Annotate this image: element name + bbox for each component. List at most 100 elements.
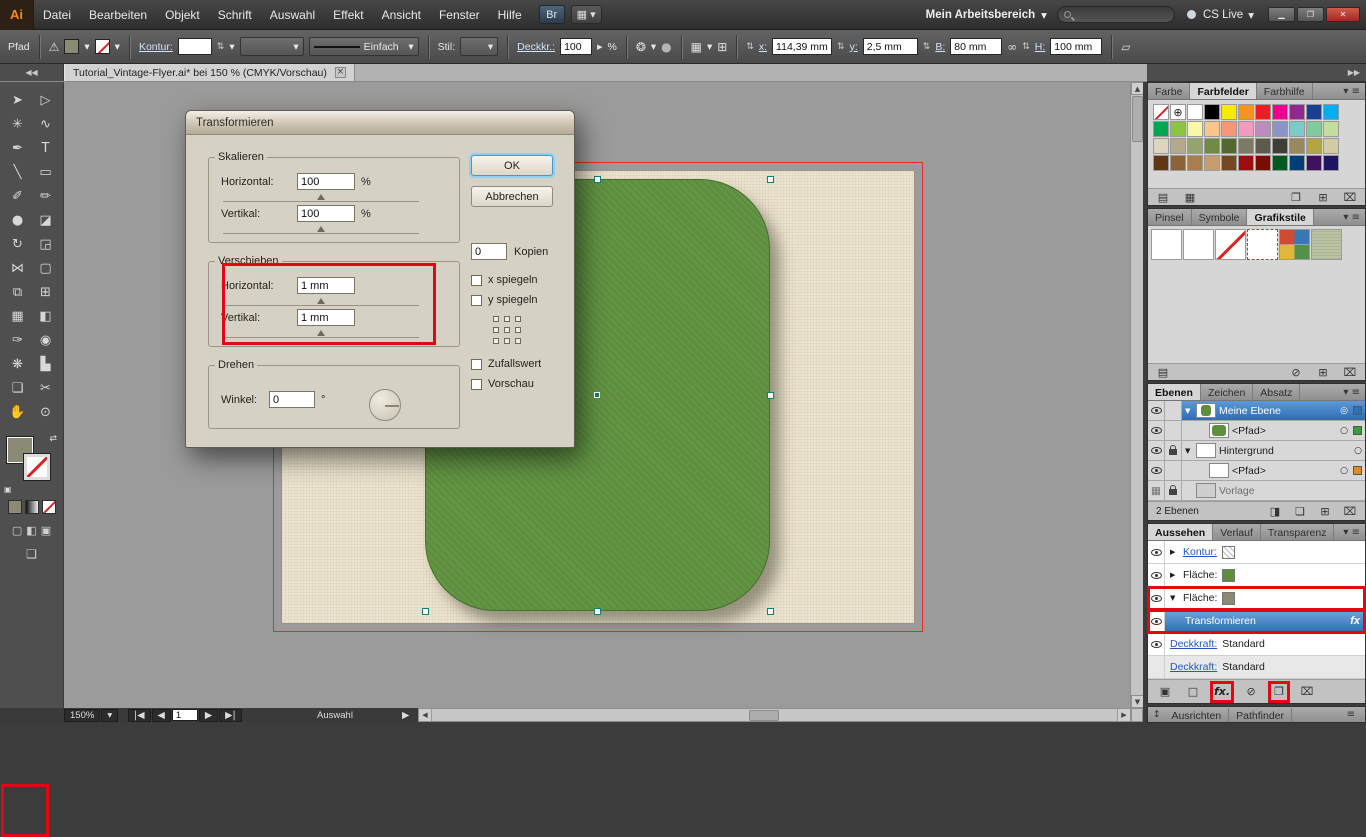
color-swatch[interactable] [1323, 104, 1339, 120]
y-position-label[interactable]: y: [850, 41, 858, 53]
color-swatch[interactable] [1187, 155, 1203, 171]
first-page-button[interactable]: |◀ [128, 709, 151, 722]
color-swatch[interactable] [1238, 155, 1254, 171]
graphic-style-dropdown[interactable]: ▾ [460, 37, 498, 56]
color-swatch[interactable] [1187, 104, 1203, 120]
appearance-row[interactable]: ▶Fläche: [1148, 564, 1365, 587]
appearance-label[interactable]: Kontur: [1183, 546, 1217, 558]
swatch-none[interactable] [1153, 104, 1169, 120]
height-input[interactable] [1050, 38, 1102, 55]
menu-bearbeiten[interactable]: Bearbeiten [80, 0, 156, 30]
make-clipping-mask-button[interactable]: ◨ [1268, 504, 1282, 518]
distribute-options-icon[interactable]: ⊞ [717, 40, 727, 54]
expand-triangle-icon[interactable]: ▼ [1185, 447, 1193, 455]
chevron-right-icon[interactable]: ▶ [597, 43, 602, 51]
tab-farbfelder[interactable]: Farbfelder [1190, 83, 1256, 99]
stepper-icon[interactable]: ⇅ [1022, 42, 1030, 52]
gradient-tool[interactable]: ◧ [32, 304, 60, 328]
color-swatch[interactable] [1170, 138, 1186, 154]
menu-fenster[interactable]: Fenster [430, 0, 489, 30]
layer-main[interactable]: ▼Hintergrund○ [1182, 441, 1365, 460]
scale-vertical-slider[interactable] [223, 233, 419, 234]
color-swatch[interactable] [1153, 155, 1169, 171]
mesh-tool[interactable]: ▦ [4, 304, 32, 328]
color-swatch[interactable] [1255, 121, 1271, 137]
width-tool[interactable]: ⋈ [4, 256, 32, 280]
lock-toggle[interactable] [1165, 401, 1182, 420]
link-dimensions-icon[interactable]: ∞ [1007, 40, 1017, 54]
horizontal-scroll-thumb[interactable] [749, 710, 779, 721]
mirror-x-checkbox[interactable] [471, 275, 482, 286]
visibility-toggle[interactable] [1148, 656, 1165, 678]
ok-button[interactable]: OK [471, 155, 553, 176]
tab-zeichen[interactable]: Zeichen [1201, 384, 1253, 400]
delete-style-button[interactable]: ⌧ [1343, 365, 1357, 379]
tab-verlauf[interactable]: Verlauf [1213, 524, 1261, 540]
visibility-toggle[interactable] [1148, 564, 1165, 586]
panel-menu-icon[interactable]: ▾ ≡ [1338, 209, 1365, 225]
expand-triangle-icon[interactable]: ▼ [1185, 407, 1193, 415]
selection-handle[interactable] [422, 608, 429, 615]
slice-tool[interactable]: ✂ [32, 376, 60, 400]
mirror-y-checkbox[interactable] [471, 295, 482, 306]
color-swatch[interactable] [1238, 138, 1254, 154]
zoom-tool[interactable]: ⊙ [32, 400, 60, 424]
swatch-kinds-button[interactable]: ▦ [1183, 190, 1197, 204]
draw-normal-icon[interactable]: ▢ [12, 524, 22, 537]
layer-row[interactable]: <Pfad>○ [1148, 461, 1365, 481]
selection-tool[interactable]: ➤ [4, 88, 32, 112]
lock-toggle[interactable] [1165, 441, 1182, 460]
previous-page-button[interactable]: ◀ [152, 709, 171, 722]
break-link-style-button[interactable]: ⊘ [1289, 365, 1303, 379]
magic-wand-tool[interactable]: ✳ [4, 112, 32, 136]
stroke-style-dropdown[interactable]: Einfach ▾ [309, 37, 419, 56]
app-logo-icon[interactable]: Ai [0, 0, 34, 30]
close-button[interactable]: ✕ [1326, 7, 1360, 22]
color-swatch[interactable] [1204, 104, 1220, 120]
visibility-toggle[interactable] [1148, 541, 1165, 563]
default-fill-stroke-icon[interactable]: ▣ [4, 485, 12, 494]
next-page-button[interactable]: ▶ [199, 709, 218, 722]
menu-objekt[interactable]: Objekt [156, 0, 209, 30]
visibility-toggle[interactable] [1148, 441, 1165, 460]
menu-schrift[interactable]: Schrift [209, 0, 261, 30]
color-swatch[interactable] [1204, 138, 1220, 154]
graphic-style-6[interactable] [1311, 229, 1342, 260]
color-swatch[interactable] [1289, 121, 1305, 137]
color-swatch[interactable] [1272, 138, 1288, 154]
appearance-row[interactable]: Transformierenfx [1148, 610, 1365, 633]
color-swatch[interactable] [1153, 138, 1169, 154]
new-style-button[interactable]: ⊞ [1316, 365, 1330, 379]
scroll-down-icon[interactable]: ▼ [1131, 695, 1143, 708]
layer-name[interactable]: <Pfad> [1232, 465, 1337, 477]
align-options-icon[interactable]: ▦ [691, 40, 702, 54]
bridge-button[interactable]: Br [539, 5, 565, 24]
color-swatch[interactable] [1255, 104, 1271, 120]
angle-input[interactable] [269, 391, 315, 408]
canvas[interactable]: Transformieren Skalieren Horizontal: % V… [64, 82, 1143, 708]
visibility-toggle[interactable] [1148, 461, 1165, 480]
height-label[interactable]: H: [1035, 41, 1046, 53]
layer-row[interactable]: ▼Meine Ebene◎ [1148, 401, 1365, 421]
color-swatch[interactable] [1221, 104, 1237, 120]
layer-row[interactable]: ▦Vorlage [1148, 481, 1365, 501]
chevron-down-icon[interactable]: ▾ [84, 41, 89, 53]
lock-toggle[interactable] [1165, 461, 1182, 480]
visibility-toggle[interactable] [1148, 401, 1165, 420]
lasso-tool[interactable]: ∿ [32, 112, 60, 136]
appearance-label[interactable]: Deckkraft: [1170, 661, 1217, 673]
visibility-toggle[interactable]: ▦ [1148, 481, 1165, 500]
perspective-grid-tool[interactable]: ⊞ [32, 280, 60, 304]
chevron-down-icon[interactable]: ▾ [115, 41, 120, 53]
add-effect-button[interactable]: fx. [1214, 685, 1230, 699]
color-swatch[interactable] [1187, 121, 1203, 137]
delete-swatch-button[interactable]: ⌧ [1343, 190, 1357, 204]
tab-grafikstile[interactable]: Grafikstile [1247, 209, 1313, 225]
eraser-tool[interactable]: ◪ [32, 208, 60, 232]
dialog-titlebar[interactable]: Transformieren [186, 111, 574, 135]
clear-appearance-button[interactable]: ⊘ [1244, 685, 1258, 699]
selection-handle[interactable] [767, 392, 774, 399]
color-swatch[interactable] [1306, 138, 1322, 154]
chevron-down-icon[interactable]: ▾ [229, 41, 234, 53]
rotation-dial[interactable] [369, 389, 401, 421]
